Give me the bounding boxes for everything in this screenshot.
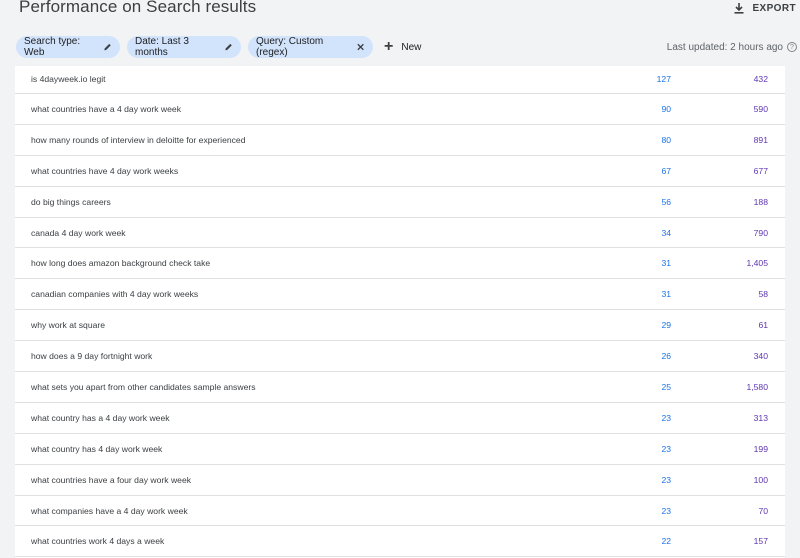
query-cell[interactable]: what countries have a four day work week (31, 465, 191, 495)
edit-icon[interactable] (224, 42, 233, 52)
clicks-cell: 23 (661, 474, 671, 485)
table-row[interactable]: what countries have a four day work week… (15, 465, 785, 496)
clicks-cell: 56 (661, 196, 671, 207)
clicks-cell: 34 (661, 227, 671, 238)
table-row[interactable]: how does a 9 day fortnight work 26 340 (15, 341, 785, 373)
impressions-cell: 432 (753, 74, 768, 84)
table-row[interactable]: canada 4 day work week 34 790 (15, 218, 785, 249)
table-row[interactable]: what countries work 4 days a week 22 157 (15, 526, 785, 558)
table-row[interactable]: what country has a 4 day work week 23 313 (15, 403, 785, 434)
clicks-cell: 26 (661, 351, 671, 362)
table-row[interactable]: what country has 4 day work week 23 199 (15, 434, 785, 465)
table-row[interactable]: canadian companies with 4 day work weeks… (15, 279, 785, 311)
impressions-cell: 188 (753, 196, 768, 207)
query-cell[interactable]: is 4dayweek.io legit (31, 66, 106, 93)
download-icon (734, 3, 744, 14)
last-updated-text: Last updated: 2 hours ago (666, 41, 783, 53)
new-filter-button[interactable]: + New (384, 36, 421, 58)
chip-label: Query: Custom (regex) (256, 36, 324, 58)
query-cell[interactable]: what companies have a 4 day work week (31, 496, 188, 526)
new-filter-label: New (401, 41, 422, 53)
export-button[interactable]: EXPORT (733, 0, 796, 17)
clicks-cell: 31 (661, 289, 671, 300)
chip-label: Date: Last 3 months (135, 36, 189, 58)
impressions-cell: 891 (753, 134, 768, 145)
query-cell[interactable]: do big things careers (31, 187, 111, 217)
query-cell[interactable]: how many rounds of interview in deloitte… (31, 125, 245, 155)
table-row[interactable]: what countries have a 4 day work week 90 5… (15, 94, 785, 125)
impressions-cell: 677 (753, 165, 768, 176)
table-row[interactable]: how long does amazon background check ta… (15, 248, 785, 280)
clicks-cell: 31 (661, 258, 671, 269)
table-row[interactable]: what companies have a 4 day work week 23 7… (15, 496, 785, 527)
table-row[interactable]: how many rounds of interview in deloitte… (15, 125, 785, 156)
edit-icon[interactable] (103, 42, 112, 52)
impressions-cell: 1,405 (746, 258, 768, 269)
clicks-cell: 23 (661, 505, 671, 516)
close-icon[interactable] (356, 42, 365, 52)
impressions-cell: 157 (753, 536, 768, 547)
clicks-cell: 80 (661, 134, 671, 145)
impressions-cell: 313 (753, 412, 768, 423)
query-cell[interactable]: how does a 9 day fortnight work (31, 341, 152, 371)
clicks-cell: 23 (661, 443, 671, 454)
impressions-cell: 100 (753, 474, 768, 485)
help-icon[interactable]: ? (787, 42, 797, 52)
clicks-cell: 127 (656, 74, 671, 84)
query-cell[interactable]: what sets you apart from other candidate… (31, 372, 256, 402)
export-label: EXPORT (752, 2, 796, 14)
impressions-cell: 590 (753, 104, 768, 114)
clicks-cell: 67 (661, 165, 671, 176)
query-cell[interactable]: why work at square (31, 310, 105, 340)
table-row[interactable]: do big things careers 56 188 (15, 187, 785, 218)
clicks-cell: 29 (661, 320, 671, 331)
query-cell[interactable]: what countries have a 4 day work week (31, 94, 181, 124)
page-title: Performance on Search results (19, 0, 257, 16)
impressions-cell: 790 (753, 227, 768, 238)
table-row[interactable]: what sets you apart from other candidate… (15, 372, 785, 403)
impressions-cell: 340 (753, 351, 768, 362)
last-updated: Last updated: 2 hours ago ? (667, 36, 797, 58)
query-cell[interactable]: what countries work 4 days a week (31, 526, 164, 556)
impressions-cell: 70 (758, 505, 768, 516)
clicks-cell: 90 (661, 104, 671, 114)
query-cell[interactable]: canadian companies with 4 day work weeks (31, 279, 198, 309)
query-cell[interactable]: canada 4 day work week (31, 218, 126, 248)
filter-chip-query[interactable]: Query: Custom (regex) (248, 36, 373, 58)
table-row[interactable]: why work at square 29 61 (15, 310, 785, 342)
impressions-cell: 199 (753, 443, 768, 454)
plus-icon: + (384, 38, 394, 55)
queries-table: is 4dayweek.io legit 127 432 what countrie… (15, 66, 785, 558)
filter-bar: Search type: Web Date: Last 3 months Que… (0, 36, 800, 62)
impressions-cell: 1,580 (746, 382, 768, 393)
query-cell[interactable]: what country has 4 day work week (31, 434, 162, 464)
impressions-cell: 58 (758, 289, 768, 300)
clicks-cell: 23 (661, 412, 671, 423)
table-row[interactable]: what countries have 4 day work weeks 67 67… (15, 156, 785, 187)
filter-chip-date[interactable]: Date: Last 3 months (127, 36, 241, 58)
impressions-cell: 61 (758, 320, 768, 331)
query-cell[interactable]: what countries have 4 day work weeks (31, 156, 178, 186)
clicks-cell: 22 (661, 536, 671, 547)
clicks-cell: 25 (661, 382, 671, 393)
query-cell[interactable]: what country has a 4 day work week (31, 403, 170, 433)
filter-chip-search-type[interactable]: Search type: Web (16, 36, 120, 58)
query-cell[interactable]: how long does amazon background check ta… (31, 248, 210, 278)
table-row[interactable]: is 4dayweek.io legit 127 432 (15, 66, 785, 94)
header: Performance on Search results EXPORT (0, 0, 800, 36)
chip-label: Search type: Web (24, 36, 81, 58)
